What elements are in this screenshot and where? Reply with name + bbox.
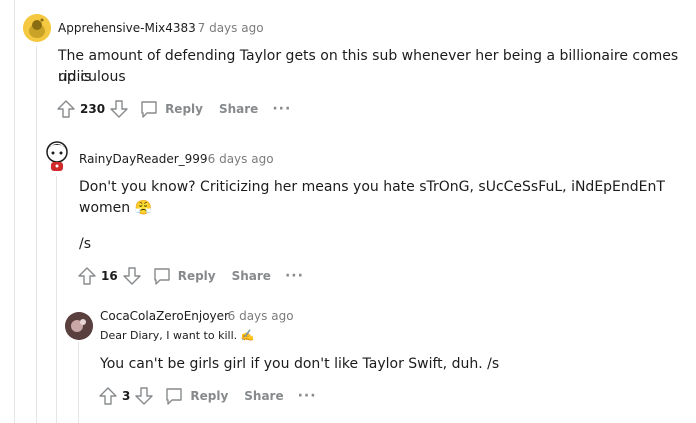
avatar[interactable]: [65, 312, 93, 340]
vote-controls: 16: [77, 266, 142, 286]
share-button[interactable]: Share: [238, 389, 283, 403]
comment-body-line: /s: [79, 236, 92, 252]
comment-timestamp[interactable]: · 6 days ago: [220, 309, 294, 323]
thread-line[interactable]: [56, 176, 57, 423]
vote-score: 230: [80, 102, 106, 116]
avatar[interactable]: [23, 14, 51, 42]
comment-body-line: ridiculous: [58, 69, 126, 85]
comment-bubble-icon: [152, 266, 172, 286]
reply-label: Reply: [165, 102, 203, 116]
vote-score: 16: [101, 269, 118, 283]
vote-score: 3: [122, 389, 131, 403]
upvote-icon[interactable]: [77, 266, 97, 286]
comment-body-line: Don't you know? Criticizing her means yo…: [79, 179, 665, 195]
share-label: Share: [244, 389, 284, 403]
comment-author[interactable]: CocaColaZeroEnjoyer: [100, 309, 229, 323]
comment-timestamp[interactable]: · 7 days ago: [190, 21, 264, 35]
reply-button[interactable]: Reply: [164, 386, 228, 406]
thread-line[interactable]: [14, 0, 15, 423]
share-button[interactable]: Share: [226, 269, 271, 283]
thread-line[interactable]: [78, 342, 79, 423]
reply-label: Reply: [177, 269, 216, 283]
share-label: Share: [231, 269, 271, 283]
comment-actions: 3 Reply Share ···: [98, 385, 317, 407]
comment-author[interactable]: RainyDayReader_999: [79, 152, 208, 166]
upvote-icon[interactable]: [56, 99, 76, 119]
comment-body-line: women 😤: [79, 200, 153, 216]
upvote-icon[interactable]: [98, 386, 118, 406]
snoo-avatar-icon: [23, 14, 51, 42]
comment-actions: 230 Reply Share ···: [56, 98, 291, 120]
comment-actions: 16 Reply Share ···: [77, 265, 304, 287]
reply-label: Reply: [190, 389, 229, 403]
vote-controls: 3: [98, 386, 154, 406]
comment-timestamp[interactable]: · 6 days ago: [200, 152, 274, 166]
reply-button[interactable]: Reply: [152, 266, 216, 286]
more-options-button[interactable]: ···: [272, 102, 291, 116]
snoo-avatar-icon: [46, 141, 68, 171]
reply-button[interactable]: Reply: [139, 99, 203, 119]
share-label: Share: [218, 102, 259, 116]
share-button[interactable]: Share: [213, 102, 258, 116]
more-options-button[interactable]: ···: [285, 269, 304, 283]
vote-controls: 230: [56, 99, 129, 119]
comment-body-line: You can't be girls girl if you don't lik…: [100, 356, 500, 372]
avatar[interactable]: [43, 140, 71, 172]
thread-line[interactable]: [36, 46, 37, 423]
comment-author[interactable]: Apprehensive-Mix4383: [58, 21, 196, 35]
downvote-icon[interactable]: [134, 386, 154, 406]
comment-bubble-icon: [164, 386, 184, 406]
user-flair: Dear Diary, I want to kill. ✍️: [100, 329, 255, 342]
downvote-icon[interactable]: [122, 266, 142, 286]
downvote-icon[interactable]: [109, 99, 129, 119]
comment-bubble-icon: [139, 99, 159, 119]
profile-photo-icon: [65, 312, 93, 340]
comment-body-line: The amount of defending Taylor gets on t…: [58, 48, 679, 85]
more-options-button[interactable]: ···: [298, 389, 317, 403]
